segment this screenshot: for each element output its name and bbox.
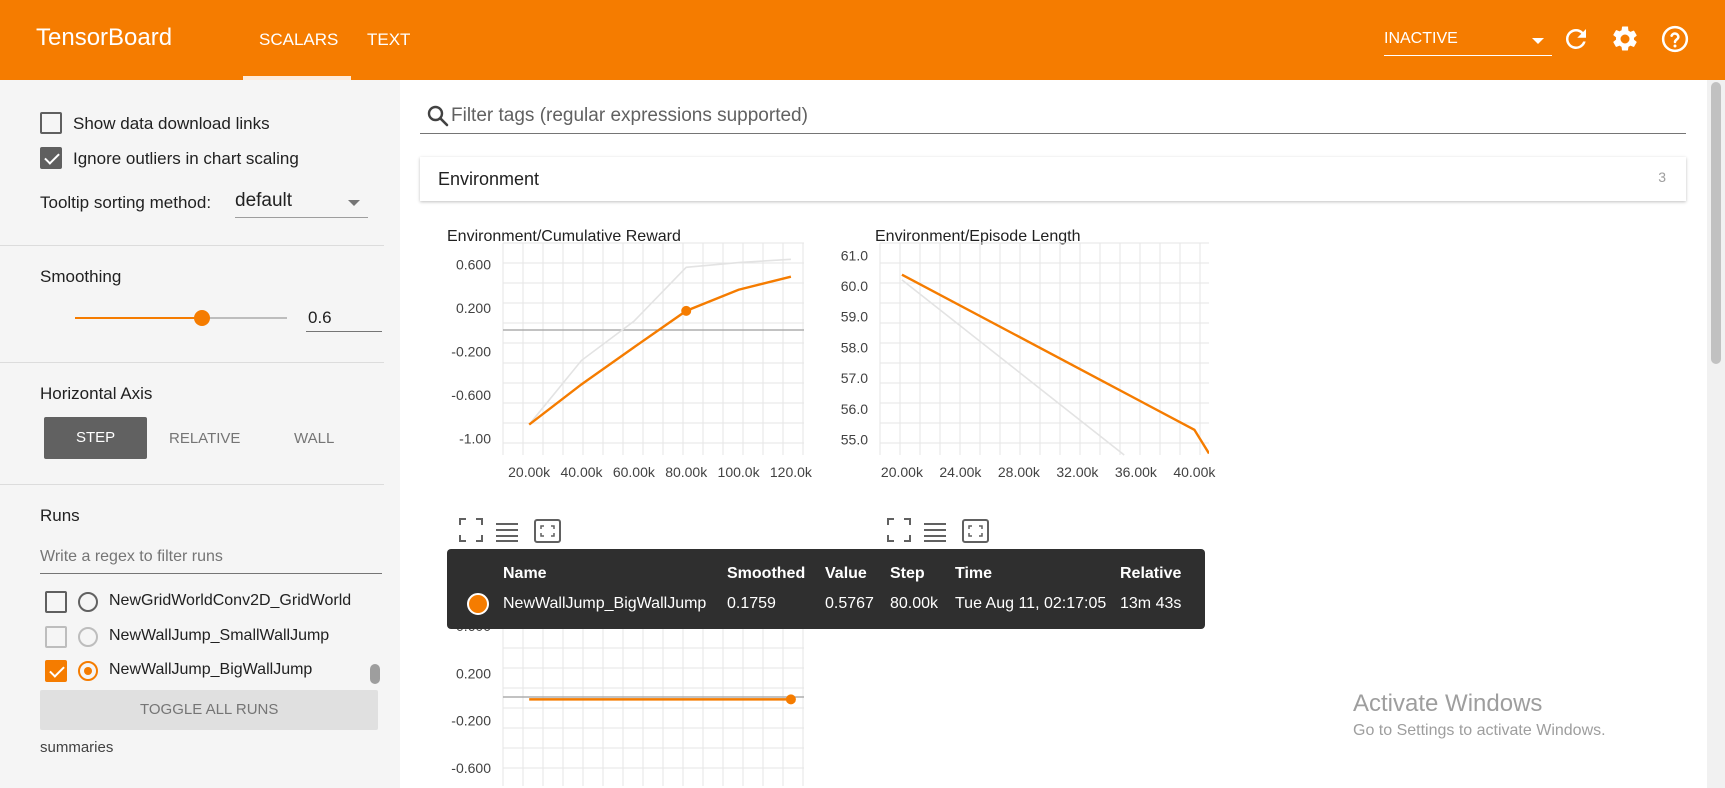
- x-tick-label: 40.00k: [1173, 464, 1216, 480]
- chart-tooltip: Name Smoothed Value Step Time Relative N…: [447, 549, 1205, 629]
- x-tick-label: 60.00k: [613, 464, 656, 480]
- windows-activation-watermark-subtitle: Go to Settings to activate Windows.: [1353, 722, 1606, 739]
- raw-series-line: [528, 258, 791, 426]
- tooltip-header-relative: Relative: [1120, 565, 1182, 582]
- y-tick-label: 0.600: [456, 257, 491, 273]
- tooltip-header-time: Time: [955, 565, 993, 582]
- y-tick-label: 59.0: [841, 309, 868, 325]
- tooltip-smoothed: 0.1759: [727, 595, 776, 612]
- fullscreen-icon[interactable]: [887, 518, 911, 542]
- x-tick-label: 120.0k: [770, 464, 813, 480]
- tooltip-header-smoothed: Smoothed: [727, 565, 806, 582]
- y-tick-label: 57.0: [841, 370, 868, 386]
- fit-domain-icon[interactable]: [962, 519, 989, 543]
- hover-point: [681, 305, 692, 316]
- fullscreen-icon[interactable]: [459, 518, 483, 542]
- x-tick-label: 80.00k: [665, 464, 708, 480]
- x-tick-label: 100.0k: [718, 464, 761, 480]
- y-tick-label: 55.0: [841, 432, 868, 448]
- raw-series-line: [901, 279, 1125, 456]
- x-tick-label: 32.00k: [1056, 464, 1099, 480]
- episode-length-chart[interactable]: 61.0 60.0 59.0 58.0 57.0 56.0 55.0 20.00k 24.00k…: [841, 242, 1217, 480]
- tooltip-step: 80.00k: [890, 595, 939, 612]
- x-tick-label: 24.00k: [939, 464, 982, 480]
- x-tick-label: 36.00k: [1115, 464, 1158, 480]
- y-tick-label: 60.0: [841, 278, 868, 294]
- smoothed-series-line: [528, 275, 792, 426]
- tooltip-header-name: Name: [503, 565, 547, 582]
- y-tick-label: 0.200: [456, 300, 491, 316]
- chart-title: Environment/Cumulative Reward: [447, 228, 681, 245]
- tooltip-value: 0.5767: [825, 595, 874, 612]
- tooltip-header-step: Step: [890, 565, 925, 582]
- y-tick-label: 58.0: [841, 339, 868, 355]
- windows-activation-watermark-title: Activate Windows: [1353, 690, 1543, 717]
- chart-title: Environment/Episode Length: [875, 228, 1080, 245]
- run-color-swatch: [467, 593, 489, 615]
- fit-domain-icon[interactable]: [534, 519, 561, 543]
- y-tick-label: 56.0: [841, 401, 868, 417]
- x-tick-label: 40.00k: [560, 464, 603, 480]
- third-chart[interactable]: 0.6000.200-0.200-0.600: [451, 607, 804, 786]
- x-tick-label: 20.00k: [508, 464, 551, 480]
- tooltip-header-value: Value: [825, 565, 867, 582]
- y-tick-label: 61.0: [841, 247, 868, 263]
- y-tick-label: -0.600: [451, 387, 491, 403]
- y-tick-label: -0.200: [451, 713, 491, 729]
- smoothed-series-line: [901, 273, 1209, 455]
- y-tick-label: -0.600: [451, 760, 491, 776]
- tooltip-run-name: NewWallJump_BigWallJump: [503, 595, 707, 612]
- y-tick-label: 0.200: [456, 665, 491, 681]
- tooltip-relative: 13m 43s: [1120, 595, 1182, 612]
- toggle-y-log-scale-icon[interactable]: [496, 523, 518, 542]
- tooltip-time: Tue Aug 11, 02:17:05: [955, 595, 1107, 612]
- hover-point: [785, 694, 796, 705]
- cumulative-reward-chart[interactable]: 0.600 0.200 -0.200 -0.600 -1.00 20.00k 40.00k 6…: [451, 242, 813, 480]
- x-tick-label: 20.00k: [881, 464, 924, 480]
- y-tick-label: -1.00: [459, 431, 491, 447]
- toggle-y-log-scale-icon[interactable]: [924, 523, 946, 542]
- y-tick-label: -0.200: [451, 344, 491, 360]
- scalar-charts: Environment/Cumulative Reward 0.600 0.200…: [447, 228, 1217, 786]
- x-tick-label: 28.00k: [998, 464, 1041, 480]
